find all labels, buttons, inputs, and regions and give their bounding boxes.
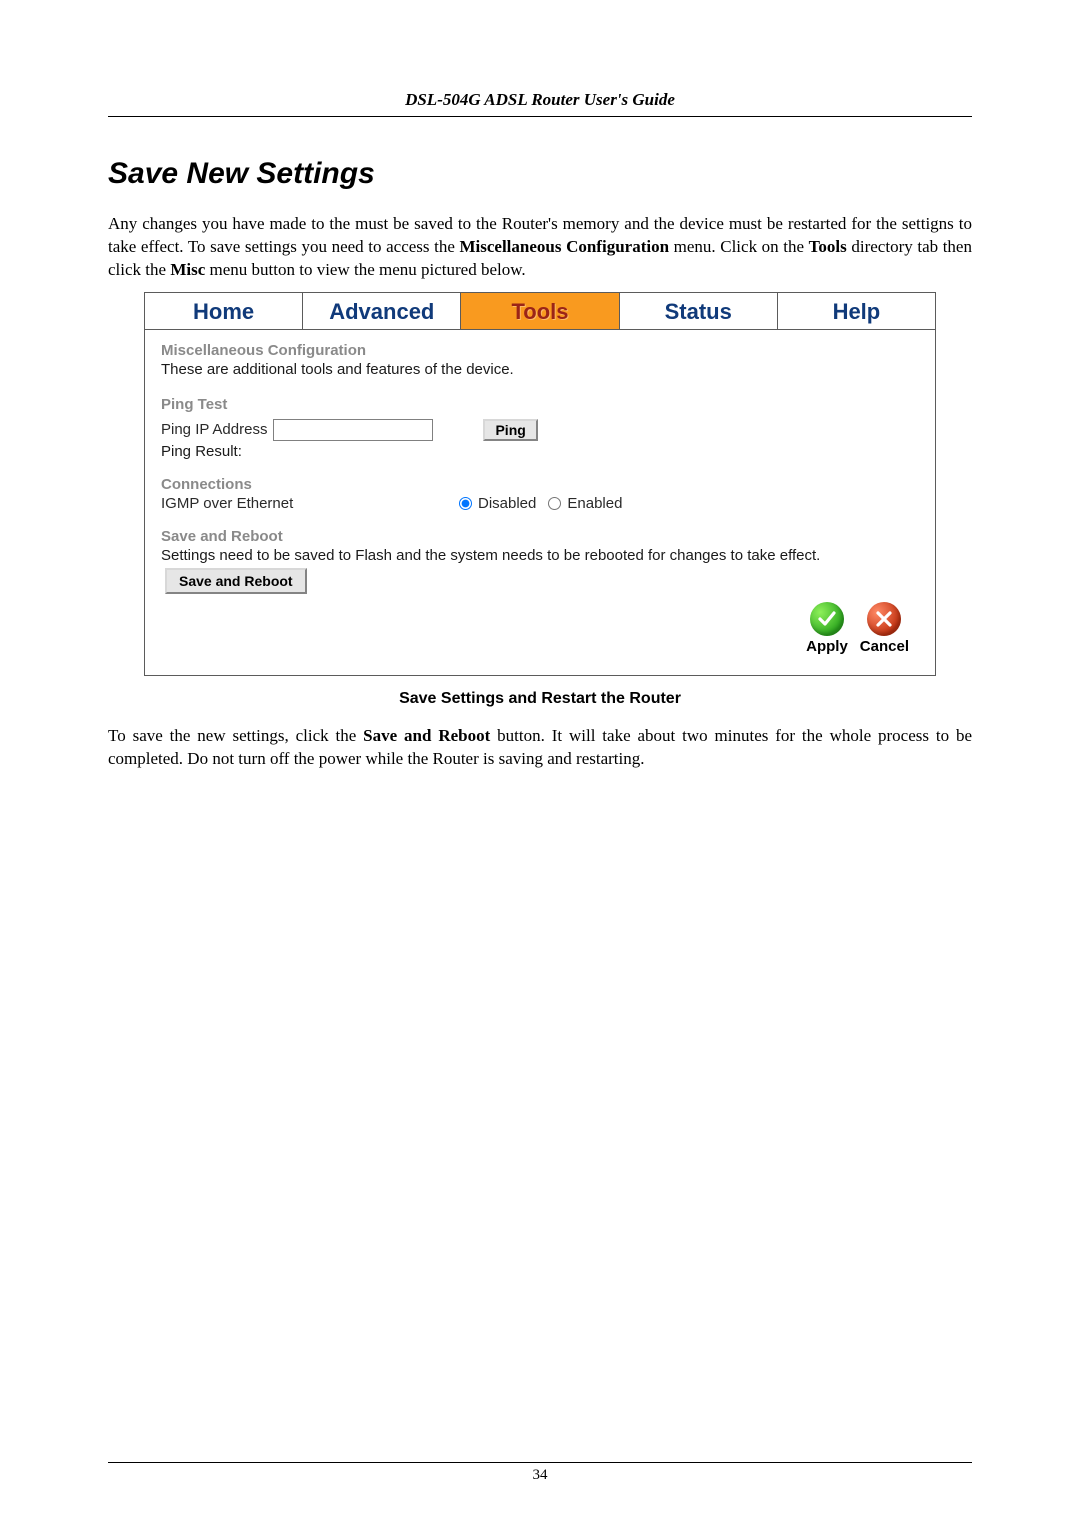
tab-bar: Home Advanced Tools Status Help [145, 293, 935, 330]
ping-section-title: Ping Test [161, 396, 919, 413]
close-icon [867, 602, 901, 636]
panel-footer: Apply Cancel [161, 594, 919, 663]
page-footer: 34 [108, 1462, 972, 1484]
ping-row: Ping IP Address Ping [161, 419, 919, 441]
save-and-reboot-button[interactable]: Save and Reboot [165, 568, 307, 594]
ping-result-label: Ping Result: [161, 443, 919, 460]
misc-title: Miscellaneous Configuration [161, 342, 919, 359]
intro-text-4: menu button to view the menu pictured be… [205, 260, 525, 279]
tab-tools[interactable]: Tools [461, 293, 619, 329]
tab-status[interactable]: Status [620, 293, 778, 329]
save-note: Settings need to be saved to Flash and t… [161, 547, 919, 564]
tab-advanced[interactable]: Advanced [303, 293, 461, 329]
igmp-enabled-radio[interactable] [548, 497, 561, 510]
running-header: DSL-504G ADSL Router User's Guide [108, 90, 972, 117]
intro-text-2: menu. Click on the [669, 237, 809, 256]
apply-button[interactable]: Apply [806, 602, 848, 655]
ping-button[interactable]: Ping [483, 419, 537, 441]
cancel-button[interactable]: Cancel [860, 602, 909, 655]
page-number: 34 [533, 1467, 548, 1483]
intro-bold-1: Miscellaneous Configuration [459, 237, 669, 256]
router-screenshot: Home Advanced Tools Status Help Miscella… [144, 292, 936, 676]
tab-home[interactable]: Home [145, 293, 303, 329]
igmp-row: IGMP over Ethernet Disabled Enabled [161, 495, 919, 512]
ping-ip-input[interactable] [273, 419, 433, 441]
tab-help[interactable]: Help [778, 293, 935, 329]
outro-paragraph: To save the new settings, click the Save… [108, 725, 972, 771]
misc-panel: Miscellaneous Configuration These are ad… [145, 330, 935, 675]
apply-label: Apply [806, 638, 848, 655]
outro-bold: Save and Reboot [363, 726, 490, 745]
save-section-title: Save and Reboot [161, 528, 919, 545]
misc-subtitle: These are additional tools and features … [161, 361, 919, 378]
outro-text-1: To save the new settings, click the [108, 726, 363, 745]
igmp-label: IGMP over Ethernet [161, 495, 459, 512]
connections-section-title: Connections [161, 476, 919, 493]
igmp-disabled-label: Disabled [478, 495, 536, 512]
intro-paragraph: Any changes you have made to the must be… [108, 213, 972, 282]
ping-ip-label: Ping IP Address [161, 421, 267, 438]
igmp-disabled-radio[interactable] [459, 497, 472, 510]
check-icon [810, 602, 844, 636]
intro-bold-2: Tools [809, 237, 847, 256]
intro-bold-3: Misc [170, 260, 205, 279]
figure-caption: Save Settings and Restart the Router [108, 690, 972, 708]
igmp-enabled-label: Enabled [567, 495, 622, 512]
cancel-label: Cancel [860, 638, 909, 655]
page-title: Save New Settings [108, 157, 972, 191]
